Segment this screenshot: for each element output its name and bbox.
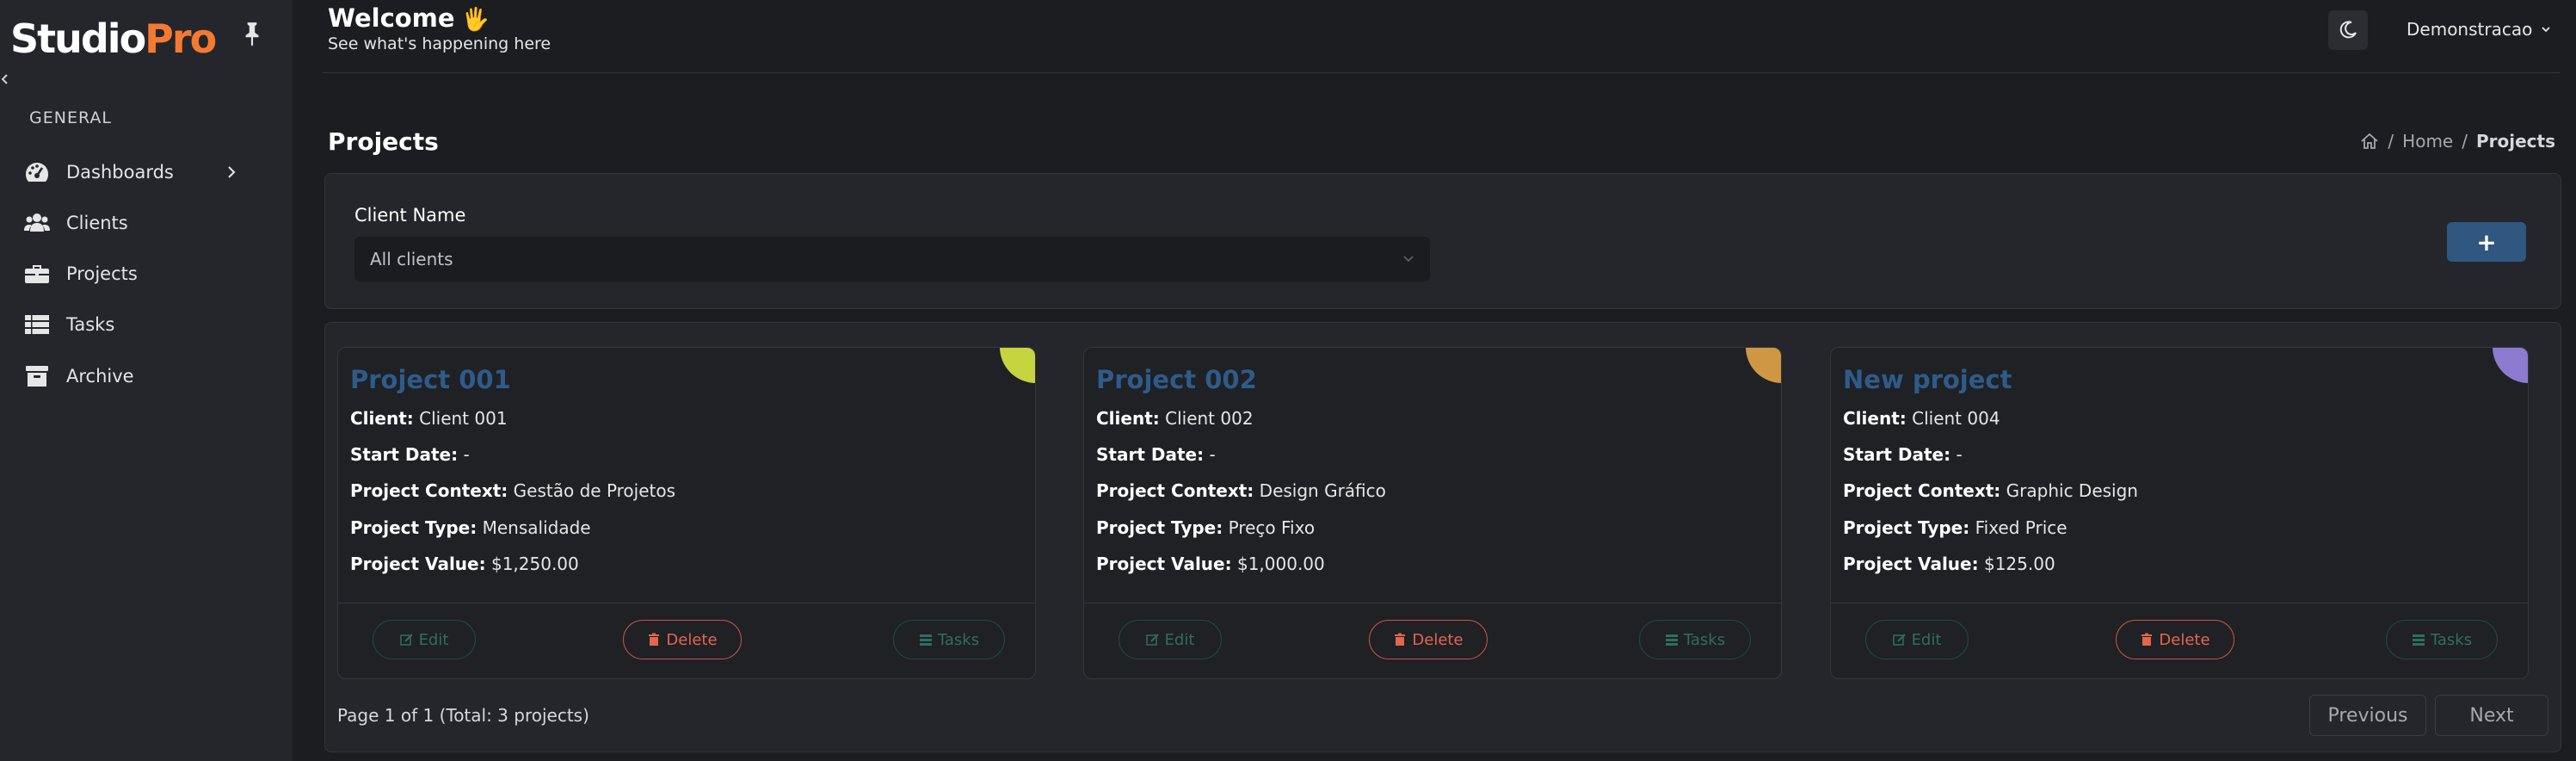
sidebar-item-projects[interactable]: Projects [0, 252, 293, 295]
project-value: Project Value: $1,250.00 [350, 554, 579, 574]
header-divider [323, 72, 2560, 73]
trash-icon [2142, 633, 2153, 646]
breadcrumb-current: Projects [2475, 131, 2555, 152]
chevron-down-icon [2542, 27, 2550, 33]
project-card: Project 001 Client: Client 001 Start Dat… [337, 347, 1036, 679]
project-client: Client: Client 004 [1843, 408, 2000, 429]
chevron-right-icon [228, 166, 236, 178]
user-menu[interactable]: Demonstracao [2407, 19, 2551, 40]
project-value: Project Value: $125.00 [1843, 554, 2055, 574]
next-page-button[interactable]: Next [2435, 695, 2548, 736]
sidebar-item-tasks[interactable]: Tasks [0, 303, 293, 346]
sidebar-item-archive[interactable]: Archive [0, 355, 293, 398]
projects-panel: Project 001 Client: Client 001 Start Dat… [324, 322, 2561, 752]
chevron-down-icon [1403, 256, 1414, 263]
delete-button[interactable]: Delete [2116, 620, 2234, 659]
trash-icon [649, 633, 660, 646]
project-title[interactable]: Project 001 [350, 365, 511, 394]
tasks-list-icon [1665, 634, 1678, 646]
edit-button[interactable]: Edit [373, 620, 476, 659]
sidebar-item-dashboards[interactable]: Dashboards [0, 151, 293, 194]
tasks-list-icon [919, 634, 932, 646]
tasks-button[interactable]: Tasks [893, 620, 1005, 659]
project-start-date: Start Date: - [350, 444, 470, 465]
sidebar-item-label: Clients [66, 213, 128, 233]
briefcase-icon [25, 265, 49, 283]
project-title[interactable]: New project [1843, 365, 2012, 394]
project-start-date: Start Date: - [1843, 444, 1963, 465]
project-type: Project Type: Mensalidade [350, 517, 591, 538]
home-icon[interactable] [2360, 133, 2379, 150]
filter-panel: Client Name All clients + [324, 173, 2561, 309]
breadcrumb: / Home / Projects [2360, 131, 2555, 152]
project-start-date: Start Date: - [1096, 444, 1216, 465]
chevron-left-icon[interactable] [0, 72, 9, 86]
tasks-list-icon [2412, 634, 2425, 646]
project-value: Project Value: $1,000.00 [1096, 554, 1325, 574]
pagination-info: Page 1 of 1 (Total: 3 projects) [337, 705, 589, 726]
project-type: Project Type: Preço Fixo [1096, 517, 1316, 538]
client-select[interactable]: All clients [354, 237, 1430, 282]
edit-icon [1145, 634, 1159, 646]
theme-toggle-button[interactable] [2328, 10, 2368, 50]
sidebar-item-clients[interactable]: Clients [0, 201, 293, 244]
logo[interactable]: StudioPro [10, 15, 217, 62]
edit-icon [399, 634, 413, 646]
project-title[interactable]: Project 002 [1096, 365, 1257, 394]
color-tag [1000, 348, 1035, 383]
tasks-button[interactable]: Tasks [2386, 620, 2498, 659]
section-label: GENERAL [29, 108, 112, 127]
edit-button[interactable]: Edit [1865, 620, 1969, 659]
add-project-button[interactable]: + [2447, 222, 2526, 262]
previous-page-button[interactable]: Previous [2309, 695, 2426, 736]
project-context: Project Context: Design Gráfico [1096, 480, 1386, 501]
client-select-value: All clients [370, 249, 453, 269]
project-client: Client: Client 001 [350, 408, 508, 429]
project-context: Project Context: Gestão de Projetos [350, 480, 676, 501]
user-name: Demonstracao [2407, 19, 2533, 40]
project-context: Project Context: Graphic Design [1843, 480, 2138, 501]
project-type: Project Type: Fixed Price [1843, 517, 2068, 538]
breadcrumb-separator: / [2462, 131, 2468, 152]
welcome-subtitle: See what's happening here [328, 34, 552, 53]
delete-button[interactable]: Delete [1369, 620, 1488, 659]
welcome-title: Welcome 🖐 [328, 3, 490, 33]
breadcrumb-separator: / [2388, 131, 2394, 152]
users-icon [24, 213, 50, 232]
sidebar-item-label: Projects [66, 263, 138, 284]
delete-button[interactable]: Delete [623, 620, 742, 659]
edit-icon [1892, 634, 1906, 646]
project-client: Client: Client 002 [1096, 408, 1254, 429]
sidebar: StudioPro GENERAL Dashboards Clients Pro… [0, 0, 293, 761]
sidebar-item-label: Tasks [66, 314, 115, 335]
dashboard-gauge-icon [25, 163, 49, 182]
archive-box-icon [26, 366, 48, 387]
project-card: New project Client: Client 004 Start Dat… [1830, 347, 2529, 679]
sidebar-item-label: Dashboards [66, 162, 174, 183]
pin-icon[interactable] [241, 21, 263, 46]
color-tag [2493, 348, 2528, 383]
sidebar-item-label: Archive [66, 366, 134, 387]
project-card: Project 002 Client: Client 002 Start Dat… [1083, 347, 1782, 679]
waving-hand-icon: 🖐 [461, 7, 490, 33]
client-filter-label: Client Name [354, 205, 466, 226]
breadcrumb-home[interactable]: Home [2402, 131, 2453, 152]
moon-icon [2339, 21, 2357, 39]
tasks-button[interactable]: Tasks [1639, 620, 1751, 659]
page-title: Projects [328, 127, 439, 156]
color-tag [1746, 348, 1781, 383]
trash-icon [1395, 633, 1406, 646]
edit-button[interactable]: Edit [1119, 620, 1222, 659]
tasks-list-icon [25, 315, 49, 334]
